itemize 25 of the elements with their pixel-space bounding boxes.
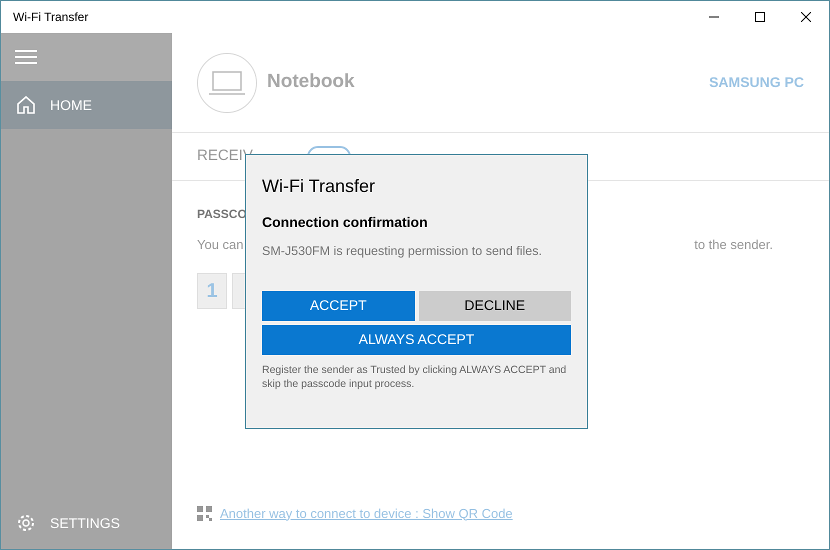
qr-code-icon: [197, 506, 212, 521]
passcode-digit: 1: [197, 272, 227, 308]
dialog-button[interactable]: DECLINE: [418, 290, 571, 321]
settings-icon: [16, 513, 36, 533]
close-icon: [801, 12, 811, 22]
settings-button[interactable]: SETTINGS: [1, 499, 172, 547]
dialog-message: SM-J530FM is requesting permission to send files.: [262, 243, 543, 260]
dialog-heading: Connection confirmation: [262, 213, 429, 232]
pc-name: SAMSUNG PC: [709, 73, 804, 92]
sidebar-item[interactable]: HOME: [1, 81, 172, 129]
menu-button[interactable]: [1, 33, 172, 81]
passcode-hint-end: to the sender.: [694, 236, 773, 254]
passcode-label: PASSCO: [197, 206, 247, 223]
home-icon: [16, 95, 36, 115]
dialog-button[interactable]: ALWAYS ACCEPT: [262, 324, 571, 355]
dialog-title: Wi-Fi Transfer: [262, 175, 376, 198]
show-qr-code-link[interactable]: Another way to connect to device : Show QR Code: [220, 504, 513, 523]
window-title: Wi-Fi Transfer: [12, 9, 88, 26]
device-name: Notebook: [267, 70, 355, 94]
menu-icon: [15, 49, 37, 65]
laptop-avatar-icon: [197, 52, 257, 112]
passcode-hint: You can: [197, 236, 244, 254]
dialog-note: Register the sender as Trusted by clicking ALWAYS ACCEPT and skip the passcode input process.: [262, 362, 568, 391]
dialog-button[interactable]: ACCEPT: [262, 290, 414, 321]
maximize-icon: [755, 12, 765, 22]
